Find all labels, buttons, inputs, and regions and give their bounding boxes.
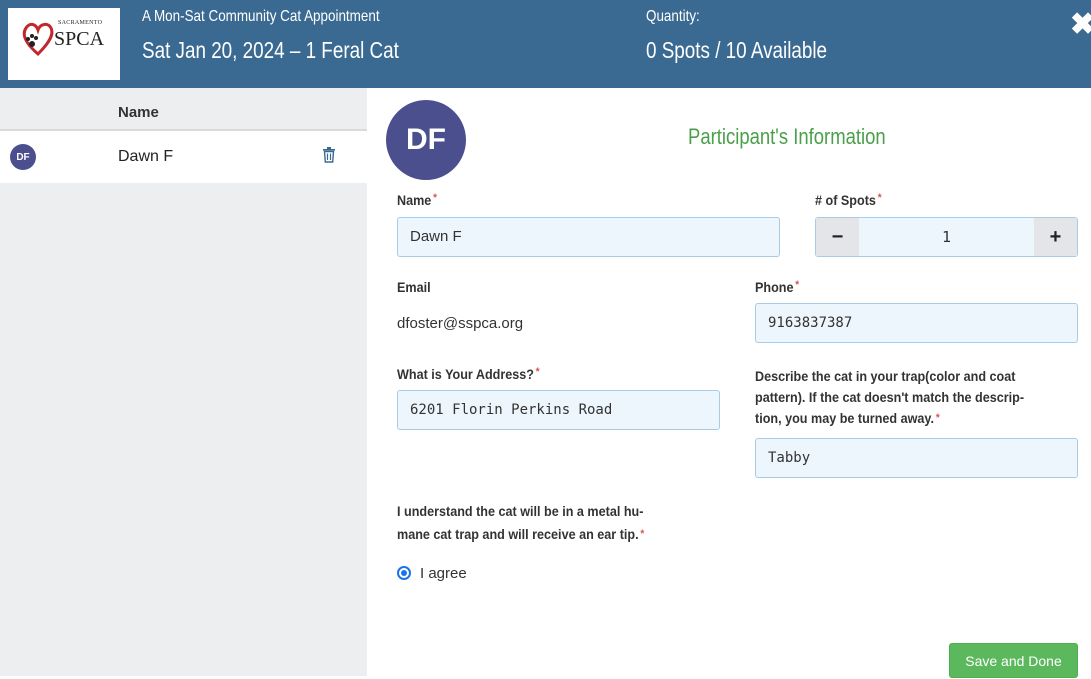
phone-field[interactable]: 9163837387 — [755, 303, 1078, 343]
address-label: What is Your Address? * — [397, 366, 540, 382]
required-marker: * — [877, 192, 882, 204]
required-marker: * — [935, 412, 940, 424]
spca-logo: SACRAMENTO SPCA — [8, 8, 120, 80]
name-column-header: Name — [118, 104, 159, 121]
cat-description-line: Describe the cat in your trap(color and … — [755, 368, 1016, 384]
consent-label: I understand the cat will be in a metal … — [397, 500, 644, 546]
cat-description-line: pattern). If the cat doesn't match the d… — [755, 389, 1025, 405]
phone-label: Phone * — [755, 279, 799, 295]
consent-line-last: mane cat trap and will receive an ear ti… — [397, 523, 644, 546]
save-and-done-button[interactable]: Save and Done — [949, 643, 1078, 678]
cat-description-label: Describe the cat in your trap(color and … — [755, 366, 1024, 429]
email-value: dfoster@sspca.org — [397, 315, 524, 332]
cat-description-line: tion, you may be turned away. — [755, 410, 935, 426]
address-label-text: What is Your Address? — [397, 366, 534, 382]
appointment-subtitle: A Mon-Sat Community Cat Appointment — [142, 8, 380, 25]
decrement-button[interactable]: − — [816, 218, 859, 256]
name-label: Name * — [397, 192, 437, 208]
consent-line: I understand the cat will be in a metal … — [397, 503, 644, 519]
consent-line: mane cat trap and will receive an ear ti… — [397, 526, 639, 542]
address-field[interactable]: 6201 Florin Perkins Road — [397, 390, 720, 430]
agree-radio[interactable] — [397, 566, 411, 580]
logo-text: SPCA — [54, 28, 105, 50]
participant-avatar: DF — [386, 100, 466, 180]
logo-small-text: SACRAMENTO — [58, 20, 103, 26]
quantity-value: 0 Spots / 10 Available — [646, 37, 828, 63]
name-field[interactable]: Dawn F — [397, 217, 780, 257]
avatar: DF — [10, 144, 36, 170]
trash-icon[interactable] — [322, 147, 336, 163]
increment-button[interactable]: + — [1034, 218, 1077, 256]
required-marker: * — [640, 528, 645, 540]
required-marker: * — [795, 279, 800, 291]
required-marker: * — [535, 366, 540, 378]
heart-paw-icon — [22, 22, 54, 57]
close-icon[interactable]: ✖ — [1070, 10, 1091, 40]
spots-value[interactable]: 1 — [859, 218, 1034, 256]
participant-name: Dawn F — [118, 148, 174, 165]
appointment-title: Sat Jan 20, 2024 – 1 Feral Cat — [142, 37, 399, 63]
quantity-label: Quantity: — [646, 8, 700, 25]
spots-stepper: − 1 + — [815, 217, 1078, 257]
section-title: Participant's Information — [688, 124, 886, 149]
required-marker: * — [433, 192, 437, 204]
name-label-text: Name — [397, 192, 432, 208]
participant-row[interactable]: DF Dawn F — [0, 131, 367, 183]
cat-description-line-last: tion, you may be turned away. * — [755, 408, 1024, 429]
email-label: Email — [397, 279, 431, 295]
spots-label-text: # of Spots — [815, 192, 876, 208]
participant-sidebar: Name DF Dawn F — [0, 88, 367, 676]
appointment-header: SACRAMENTO SPCA A Mon-Sat Community Cat … — [0, 0, 1091, 88]
cat-description-field[interactable]: Tabby — [755, 438, 1078, 478]
phone-label-text: Phone — [755, 279, 794, 295]
spots-label: # of Spots * — [815, 192, 882, 208]
agree-label[interactable]: I agree — [420, 565, 467, 582]
